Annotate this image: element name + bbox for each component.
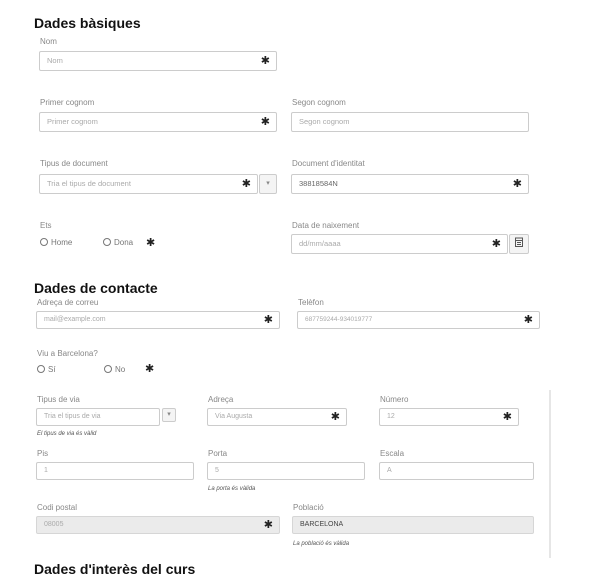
radio-circle-icon	[103, 238, 111, 246]
stair-label: Escala	[380, 449, 405, 458]
city-value: BARCELONA	[300, 521, 344, 528]
birth-input[interactable]: dd/mm/aaaa ✱	[291, 234, 508, 254]
email-placeholder: mail@example.com	[44, 316, 106, 323]
bcn-label: Viu a Barcelona?	[37, 349, 98, 358]
number-placeholder: 12	[387, 413, 395, 420]
required-icon: ✱	[241, 178, 251, 190]
birth-placeholder: dd/mm/aaaa	[299, 239, 341, 248]
name-input[interactable]: Nom ✱	[39, 51, 277, 71]
email-label: Adreça de correu	[37, 298, 99, 307]
required-icon: ✱	[263, 314, 273, 326]
radio-si[interactable]: Sí	[37, 365, 56, 374]
number-input[interactable]: 12 ✱	[379, 408, 519, 426]
radio-si-label: Sí	[48, 365, 56, 374]
radio-circle-icon	[40, 238, 48, 246]
required-icon: ✱	[145, 363, 155, 375]
doctype-placeholder: Tria el tipus de document	[47, 179, 131, 188]
section-title-basic: Dades bàsiques	[34, 15, 141, 31]
birth-label: Data de naixement	[292, 221, 360, 230]
surname2-placeholder: Segon cognom	[299, 117, 350, 126]
name-label: Nom	[40, 37, 57, 46]
floor-placeholder: 1	[44, 467, 48, 474]
postal-label: Codi postal	[37, 503, 78, 512]
surname2-label: Segon cognom	[292, 98, 346, 107]
required-icon: ✱	[491, 238, 501, 250]
chevron-down-icon[interactable]: ▾	[162, 408, 176, 422]
divider	[549, 390, 551, 558]
address-label: Adreça	[208, 395, 234, 404]
required-icon: ✱	[260, 55, 270, 67]
docid-input[interactable]: 38818584N ✱	[291, 174, 529, 194]
address-placeholder: Via Augusta	[215, 413, 253, 420]
floor-input[interactable]: 1	[36, 462, 194, 480]
stair-input[interactable]: A	[379, 462, 534, 480]
doctype-select[interactable]: Tria el tipus de document ✱	[39, 174, 258, 194]
email-input[interactable]: mail@example.com ✱	[36, 311, 280, 329]
docid-value: 38818584N	[299, 179, 338, 188]
stair-placeholder: A	[387, 467, 392, 474]
phone-input[interactable]: 687759244-934019777 ✱	[297, 311, 540, 329]
section-title-contact: Dades de contacte	[34, 280, 158, 296]
streettype-placeholder: Tria el tipus de via	[44, 413, 101, 420]
doctype-label: Tipus de document	[40, 159, 108, 168]
door-label: Porta	[208, 449, 228, 458]
required-icon: ✱	[330, 411, 340, 423]
postal-value: 08005	[44, 521, 64, 528]
streettype-help: El tipus de via és vàlid	[37, 431, 97, 437]
number-label: Número	[380, 395, 409, 404]
surname1-input[interactable]: Primer cognom ✱	[39, 112, 277, 132]
radio-dona-label: Dona	[114, 238, 134, 247]
door-help: La porta és vàlida	[208, 486, 256, 492]
address-input[interactable]: Via Augusta ✱	[207, 408, 347, 426]
radio-circle-icon	[104, 365, 112, 373]
surname1-placeholder: Primer cognom	[47, 117, 98, 126]
chevron-down-icon[interactable]: ▾	[259, 174, 277, 194]
phone-placeholder: 687759244-934019777	[305, 316, 373, 323]
required-icon: ✱	[512, 178, 522, 190]
postal-input[interactable]: 08005 ✱	[36, 516, 280, 534]
city-help: La població és vàlida	[293, 541, 350, 547]
required-icon: ✱	[263, 519, 273, 531]
radio-home-label: Home	[51, 238, 73, 247]
calendar-icon[interactable]	[509, 234, 529, 254]
streettype-label: Tipus de via	[37, 395, 80, 404]
city-input[interactable]: BARCELONA	[292, 516, 534, 534]
phone-label: Telèfon	[298, 298, 324, 307]
streettype-select[interactable]: Tria el tipus de via	[36, 408, 160, 426]
floor-label: Pis	[37, 449, 49, 458]
surname1-label: Primer cognom	[40, 98, 95, 107]
radio-no[interactable]: No	[104, 365, 125, 374]
city-label: Població	[293, 503, 324, 512]
surname2-input[interactable]: Segon cognom	[291, 112, 529, 132]
radio-no-label: No	[115, 365, 126, 374]
required-icon: ✱	[523, 314, 533, 326]
section-title-interest: Dades d'interès del curs	[34, 561, 196, 577]
gender-label: Ets	[40, 221, 52, 230]
name-placeholder: Nom	[47, 56, 63, 65]
radio-home[interactable]: Home	[40, 238, 72, 247]
required-icon: ✱	[146, 237, 156, 249]
required-icon: ✱	[502, 411, 512, 423]
radio-circle-icon	[37, 365, 45, 373]
door-placeholder: 5	[215, 467, 219, 474]
radio-dona[interactable]: Dona	[103, 238, 133, 247]
docid-label: Document d'identitat	[292, 159, 365, 168]
door-input[interactable]: 5	[207, 462, 365, 480]
required-icon: ✱	[260, 116, 270, 128]
